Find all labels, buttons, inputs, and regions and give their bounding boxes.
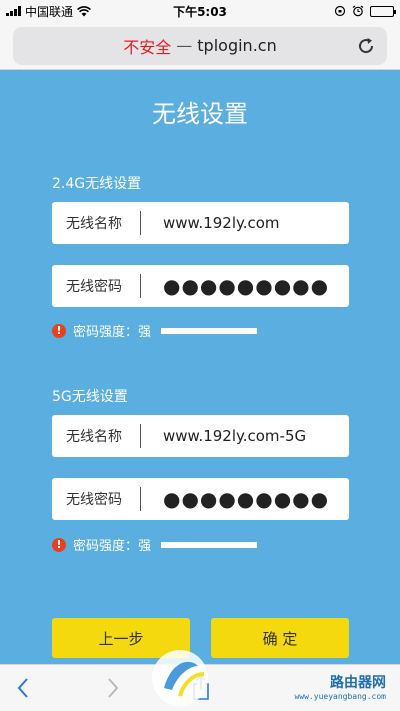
url-field[interactable]: 不安全 — tplogin.cn: [13, 26, 387, 65]
browser-address-bar: 不安全 — tplogin.cn: [0, 22, 400, 70]
reload-icon[interactable]: [355, 35, 377, 57]
url-host: tplogin.cn: [197, 36, 277, 55]
strength-bar-5g: [161, 541, 258, 548]
warning-icon: !: [52, 537, 66, 552]
back-arrow-icon[interactable]: [16, 677, 30, 699]
back-button[interactable]: 上一步: [52, 618, 190, 658]
confirm-button[interactable]: 确 定: [211, 618, 349, 658]
ssid-field-5g[interactable]: 无线名称 www.192ly.com-5G: [52, 415, 349, 457]
password-field-5g[interactable]: 无线密码 ●●●●●●●●●: [52, 478, 349, 520]
ssid-label-24g: 无线名称: [66, 216, 122, 232]
warning-icon: !: [52, 323, 66, 338]
ssid-input-24g[interactable]: www.192ly.com: [141, 214, 349, 232]
rotation-lock-icon: [334, 5, 346, 17]
page-title: 无线设置: [152, 100, 248, 128]
watermark-url: www.yueyangbang.com: [294, 692, 386, 701]
url-separator: —: [176, 36, 193, 55]
battery-icon: [370, 5, 396, 17]
password-strength-24g: ! 密码强度： 强: [52, 321, 258, 340]
watermark-text: 路由器网: [330, 675, 386, 691]
ssid-input-5g[interactable]: www.192ly.com-5G: [141, 427, 349, 445]
ssid-field-24g[interactable]: 无线名称 www.192ly.com: [52, 202, 349, 244]
forward-arrow-icon[interactable]: [106, 677, 120, 699]
section-label-5g: 5G无线设置: [52, 389, 128, 405]
strength-bar-24g: [161, 327, 258, 334]
password-label-5g: 无线密码: [66, 492, 122, 508]
section-label-24g: 2.4G无线设置: [52, 176, 142, 192]
password-input-5g[interactable]: ●●●●●●●●●: [141, 487, 349, 511]
strength-label-24g: 密码强度：: [73, 325, 139, 340]
strength-value-5g: 强: [138, 539, 152, 554]
share-icon[interactable]: [192, 675, 210, 701]
alarm-icon: [352, 5, 364, 17]
strength-label-5g: 密码强度：: [73, 539, 139, 554]
password-strength-5g: ! 密码强度： 强: [52, 535, 258, 554]
password-label-24g: 无线密码: [66, 279, 122, 295]
status-bar: 中国联通 下午5:03: [0, 0, 400, 22]
strength-value-24g: 强: [138, 325, 152, 340]
password-field-24g[interactable]: 无线密码 ●●●●●●●●●: [52, 265, 349, 307]
insecure-label: 不安全: [123, 37, 172, 57]
ssid-label-5g: 无线名称: [66, 429, 122, 445]
password-input-24g[interactable]: ●●●●●●●●●: [141, 274, 349, 298]
